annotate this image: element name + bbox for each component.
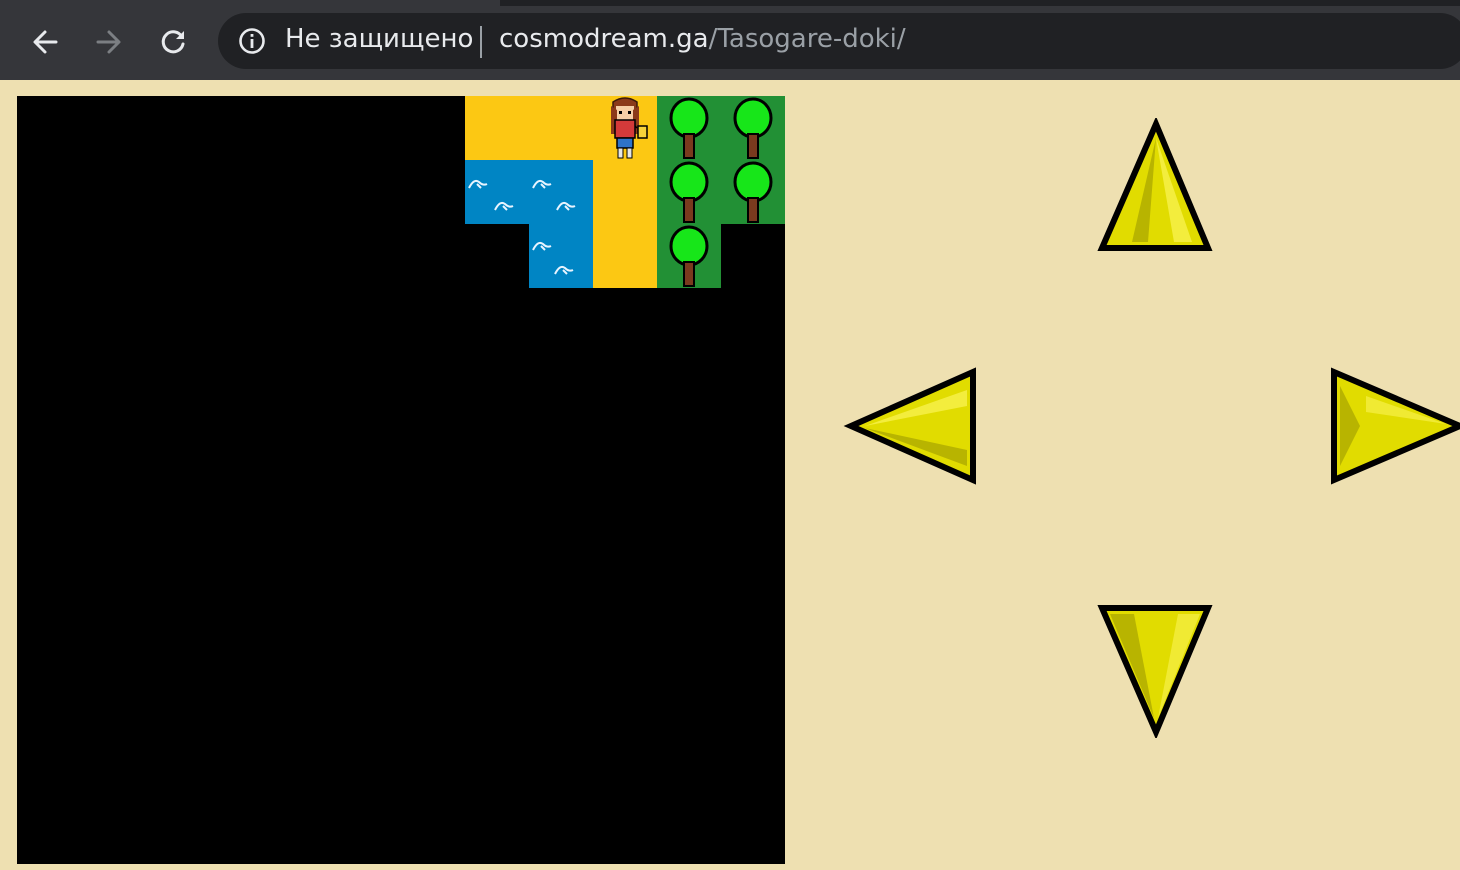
- reload-icon: [161, 30, 185, 54]
- sand-tile: [593, 224, 657, 288]
- url-host: cosmodream.ga: [499, 24, 709, 54]
- wave-icon: [532, 179, 576, 211]
- water-tile: [529, 160, 593, 224]
- tree-icon: [733, 161, 773, 223]
- forward-arrow-icon: [96, 30, 121, 54]
- tree-icon: [669, 161, 709, 223]
- reload-button[interactable]: [151, 20, 195, 64]
- browser-toolbar: Не защищено cosmodream.ga/Tasogare-doki/: [0, 0, 1460, 80]
- info-icon[interactable]: [238, 27, 266, 55]
- back-arrow-icon: [33, 30, 58, 54]
- address-separator: [480, 26, 482, 58]
- address-bar[interactable]: Не защищено cosmodream.ga/Tasogare-doki/: [218, 13, 1460, 69]
- back-button[interactable]: [23, 20, 67, 64]
- sand-tile: [593, 160, 657, 224]
- tree-icon: [733, 97, 773, 159]
- sand-tile: [465, 96, 529, 160]
- url-path: /Tasogare-doki/: [708, 24, 906, 54]
- player-character: [611, 97, 648, 159]
- tab-strip: [500, 0, 1460, 6]
- arrow-right-button[interactable]: [1326, 366, 1460, 486]
- tree-icon: [669, 225, 709, 287]
- arrow-left-button[interactable]: [843, 366, 981, 486]
- forward-button[interactable]: [87, 20, 131, 64]
- water-tile: [529, 224, 593, 288]
- wave-icon: [468, 179, 514, 211]
- water-tile: [465, 160, 529, 224]
- tree-icon: [669, 97, 709, 159]
- security-status-label[interactable]: Не защищено: [285, 24, 473, 54]
- sand-tile: [529, 96, 593, 160]
- wave-icon: [532, 241, 574, 275]
- game-map[interactable]: [17, 96, 785, 864]
- arrow-down-button[interactable]: [1096, 602, 1216, 738]
- arrow-up-button[interactable]: [1096, 118, 1216, 254]
- url-text[interactable]: cosmodream.ga/Tasogare-doki/: [499, 24, 906, 54]
